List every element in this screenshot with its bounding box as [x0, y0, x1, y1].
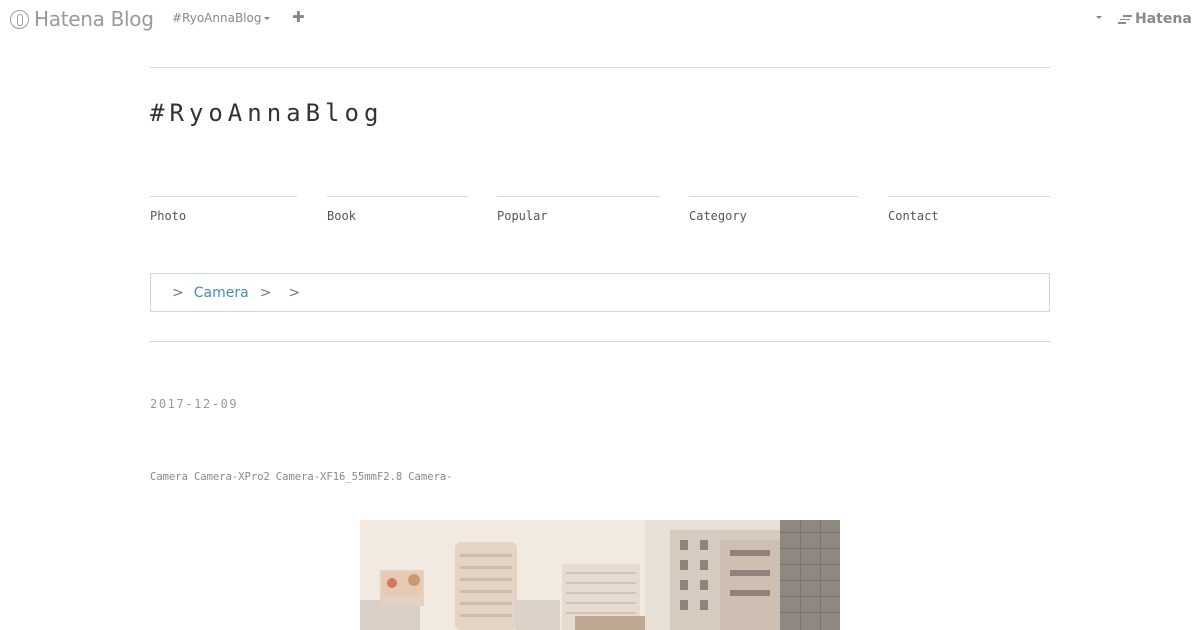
add-icon[interactable]: ✚ [292, 9, 306, 25]
header-divider [150, 67, 1050, 68]
user-menu-caret-icon[interactable] [1096, 16, 1102, 19]
nav-item-book[interactable]: Book [327, 196, 468, 226]
cityscape-image [360, 520, 840, 630]
content-divider [150, 341, 1050, 342]
chevron-down-icon [264, 16, 271, 20]
hatena-logo[interactable]: Hatena [1118, 11, 1192, 27]
breadcrumb-separator: > [172, 284, 184, 301]
breadcrumb-separator: > [259, 284, 272, 301]
nav-item-category[interactable]: Category [689, 196, 858, 226]
hatena-mark-icon [1118, 14, 1132, 24]
nav-item-popular[interactable]: Popular [497, 196, 660, 226]
nav-item-photo[interactable]: Photo [150, 196, 297, 226]
category-link[interactable]: Camera-XF16_55mmF2.8 [276, 471, 402, 483]
category-link[interactable]: Camera-XPro2 [194, 471, 270, 483]
hatena-blog-logo-text: Hatena Blog [34, 7, 154, 31]
hatena-blog-logo[interactable]: Hatena Blog [10, 6, 154, 32]
entry-date[interactable]: 2017-12-09 [150, 397, 238, 411]
hatena-top-bar: Hatena Blog #RyoAnnaBlog ✚ Hatena [0, 0, 1200, 38]
category-link[interactable]: Camera- [408, 471, 452, 483]
hatena-blog-logo-icon [10, 9, 29, 29]
entry-photo[interactable] [360, 520, 840, 630]
blog-selector[interactable]: #RyoAnnaBlog [172, 11, 271, 25]
breadcrumb-link-camera[interactable]: Camera [194, 285, 249, 301]
category-link[interactable]: Camera [150, 471, 188, 483]
entry-categories: Camera Camera-XPro2 Camera-XF16_55mmF2.8… [150, 471, 453, 483]
hatena-logo-text: Hatena [1135, 11, 1192, 27]
breadcrumb: > Camera > > [150, 273, 1050, 312]
breadcrumb-separator: > [288, 284, 301, 301]
nav-item-contact[interactable]: Contact [888, 196, 1050, 226]
blog-title[interactable]: #RyoAnnaBlog [150, 99, 383, 127]
blog-selector-label: #RyoAnnaBlog [172, 11, 262, 25]
